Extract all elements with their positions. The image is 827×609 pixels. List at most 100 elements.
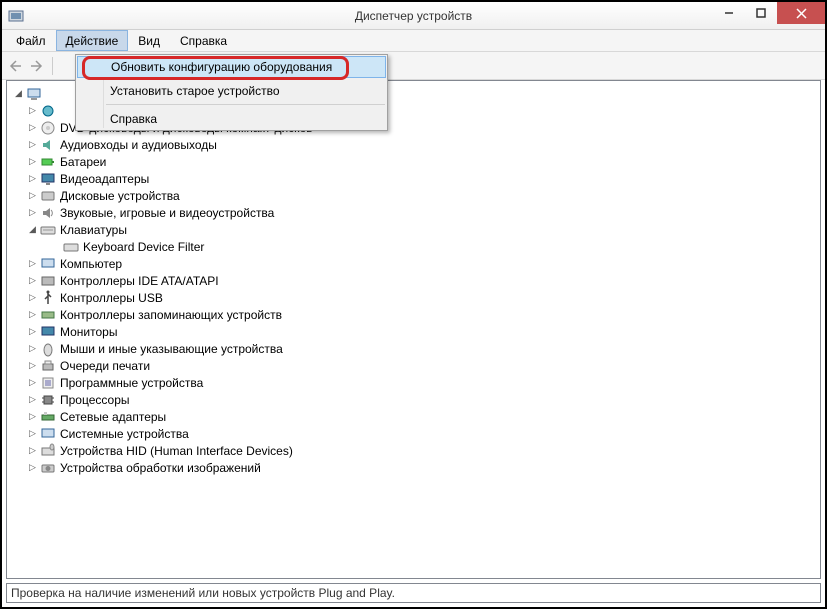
device-tree-panel: ◢ ▷ ▷DVD-дисководы и дисководы компакт-д…	[6, 80, 821, 579]
tree-item[interactable]: ▷ Звуковые, игровые и видеоустройства	[13, 204, 820, 221]
tree-item[interactable]: ▷ Контроллеры запоминающих устройств	[13, 306, 820, 323]
chevron-right-icon[interactable]: ▷	[27, 292, 38, 303]
tree-label: Keyboard Device Filter	[83, 240, 204, 254]
tree-label: Программные устройства	[60, 376, 203, 390]
tree-item[interactable]: ▷ Батареи	[13, 153, 820, 170]
menu-view[interactable]: Вид	[128, 30, 170, 51]
chevron-down-icon[interactable]: ◢	[27, 224, 38, 235]
chevron-right-icon[interactable]: ▷	[27, 462, 38, 473]
tree-item[interactable]: ▷ Мониторы	[13, 323, 820, 340]
tree-item[interactable]: ▷ Мыши и иные указывающие устройства	[13, 340, 820, 357]
audio-icon	[40, 137, 56, 153]
chevron-right-icon[interactable]: ▷	[27, 173, 38, 184]
chevron-right-icon[interactable]: ▷	[27, 207, 38, 218]
chevron-right-icon[interactable]: ▷	[27, 428, 38, 439]
back-icon[interactable]	[8, 58, 24, 74]
tree-item[interactable]: ▷ Контроллеры USB	[13, 289, 820, 306]
chevron-down-icon[interactable]: ◢	[13, 88, 24, 99]
chevron-right-icon[interactable]: ▷	[27, 122, 38, 133]
tree-item[interactable]: ▷Системные устройства	[13, 425, 820, 442]
dropdown-help[interactable]: Справка	[76, 107, 387, 130]
chevron-right-icon[interactable]: ▷	[27, 105, 38, 116]
tree-item[interactable]: ▷ Программные устройства	[13, 374, 820, 391]
chevron-right-icon[interactable]: ▷	[27, 445, 38, 456]
tree-label: Контроллеры запоминающих устройств	[60, 308, 282, 322]
sound-icon	[40, 205, 56, 221]
menu-action[interactable]: Действие	[56, 30, 129, 51]
tree-label: Звуковые, игровые и видеоустройства	[60, 206, 274, 220]
menubar: Файл Действие Вид Справка	[2, 30, 825, 52]
tree-label: Дисковые устройства	[60, 189, 180, 203]
tree-item[interactable]: ▷Устройства HID (Human Interface Devices…	[13, 442, 820, 459]
minimize-button[interactable]	[713, 2, 745, 24]
toolbar-separator	[52, 57, 53, 75]
cpu-icon	[40, 392, 56, 408]
tree-item[interactable]: ▷ Устройства обработки изображений	[13, 459, 820, 476]
camera-icon	[40, 460, 56, 476]
chevron-right-icon[interactable]: ▷	[27, 411, 38, 422]
tree-label: Аудиовходы и аудиовыходы	[60, 138, 217, 152]
tree-item[interactable]: ◢ Клавиатуры	[13, 221, 820, 238]
tree-label: Контроллеры USB	[60, 291, 163, 305]
dropdown-separator	[106, 104, 385, 105]
tree-label: Батареи	[60, 155, 106, 169]
chevron-right-icon[interactable]: ▷	[27, 377, 38, 388]
chevron-right-icon[interactable]: ▷	[27, 360, 38, 371]
controller-icon	[40, 273, 56, 289]
close-button[interactable]	[777, 2, 825, 24]
computer-icon	[26, 86, 42, 102]
menu-file[interactable]: Файл	[6, 30, 56, 51]
forward-icon[interactable]	[28, 58, 44, 74]
tree-item[interactable]: ▷Очереди печати	[13, 357, 820, 374]
printer-icon	[40, 358, 56, 374]
tree-item[interactable]: ▷ Контроллеры IDE ATA/ATAPI	[13, 272, 820, 289]
chevron-right-icon[interactable]: ▷	[27, 156, 38, 167]
tree-label: Клавиатуры	[60, 223, 127, 237]
software-icon	[40, 375, 56, 391]
tree-label: Видеоадаптеры	[60, 172, 149, 186]
tree-item[interactable]: ▷ Сетевые адаптеры	[13, 408, 820, 425]
window-title: Диспетчер устройств	[355, 9, 472, 23]
titlebar: Диспетчер устройств	[2, 2, 825, 30]
disc-icon	[40, 120, 56, 136]
tree-item[interactable]: ▷ Компьютер	[13, 255, 820, 272]
tree-label: Процессоры	[60, 393, 130, 407]
tree-item[interactable]: ▷ Видеоадаптеры	[13, 170, 820, 187]
tree-label: Контроллеры IDE ATA/ATAPI	[60, 274, 219, 288]
chevron-right-icon[interactable]: ▷	[27, 309, 38, 320]
chevron-right-icon[interactable]: ▷	[27, 275, 38, 286]
chevron-right-icon[interactable]: ▷	[27, 343, 38, 354]
chevron-right-icon[interactable]: ▷	[27, 326, 38, 337]
tree-label: Компьютер	[60, 257, 122, 271]
menu-help[interactable]: Справка	[170, 30, 237, 51]
tree-label: Мыши и иные указывающие устройства	[60, 342, 283, 356]
display-icon	[40, 171, 56, 187]
maximize-button[interactable]	[745, 2, 777, 24]
hid-icon	[40, 443, 56, 459]
keyboard-icon	[63, 239, 79, 255]
computer-icon	[40, 256, 56, 272]
dropdown-scan-hardware[interactable]: Обновить конфигурацию оборудования	[77, 56, 386, 78]
keyboard-icon	[40, 222, 56, 238]
tree-label: Устройства обработки изображений	[60, 461, 261, 475]
chevron-right-icon[interactable]: ▷	[27, 190, 38, 201]
tree-item[interactable]: ▷ Процессоры	[13, 391, 820, 408]
tree-label: Мониторы	[60, 325, 117, 339]
battery-icon	[40, 154, 56, 170]
status-bar: Проверка на наличие изменений или новых …	[6, 583, 821, 603]
tree-item[interactable]: ▷ Аудиовходы и аудиовыходы	[13, 136, 820, 153]
status-text: Проверка на наличие изменений или новых …	[11, 586, 395, 600]
network-icon	[40, 409, 56, 425]
chevron-right-icon[interactable]: ▷	[27, 258, 38, 269]
device-icon	[40, 103, 56, 119]
chevron-right-icon[interactable]: ▷	[27, 139, 38, 150]
tree-label: Сетевые адаптеры	[60, 410, 166, 424]
app-icon	[8, 8, 24, 24]
tree-item[interactable]: ▷ Дисковые устройства	[13, 187, 820, 204]
action-dropdown: Обновить конфигурацию оборудования Устан…	[75, 54, 388, 131]
dropdown-add-legacy[interactable]: Установить старое устройство	[76, 79, 387, 102]
monitor-icon	[40, 324, 56, 340]
chevron-right-icon[interactable]: ▷	[27, 394, 38, 405]
tree-item[interactable]: Keyboard Device Filter	[13, 238, 820, 255]
storage-icon	[40, 307, 56, 323]
